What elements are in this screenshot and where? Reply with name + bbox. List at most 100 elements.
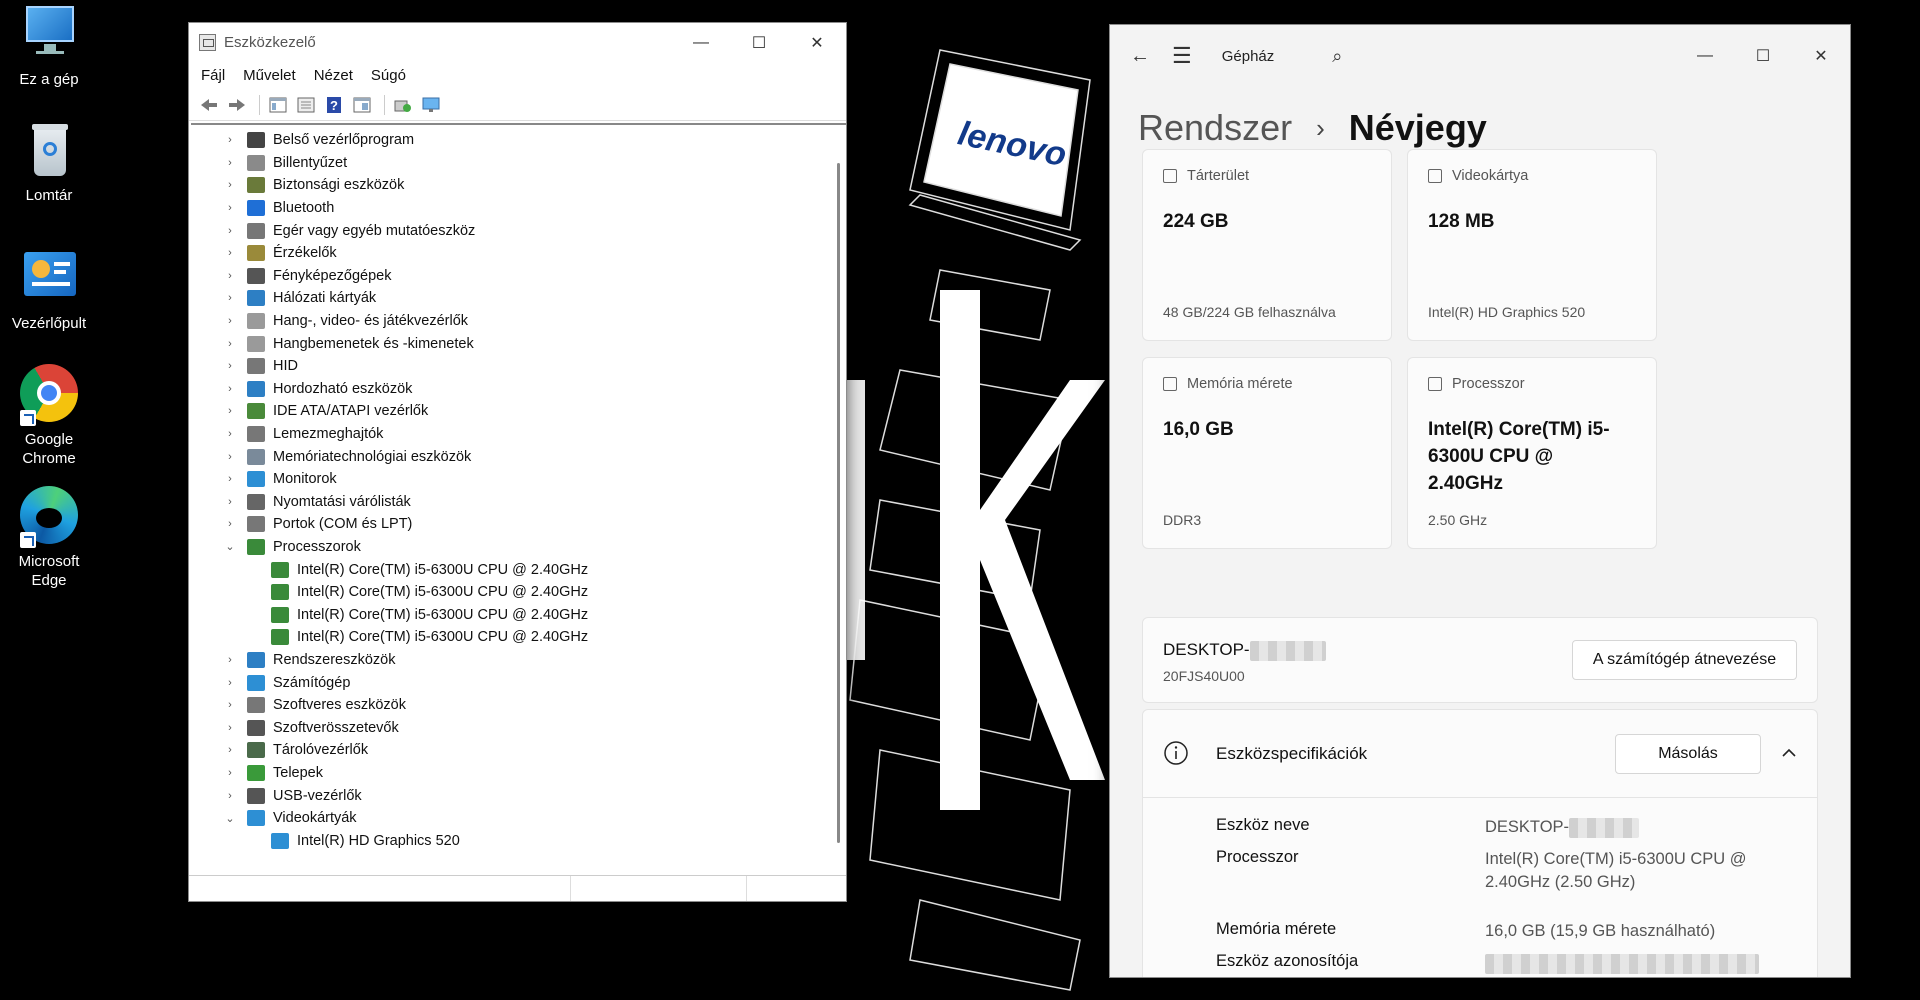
tree-category-item[interactable]: › Hangbemenetek és -kimenetek (191, 332, 846, 355)
menu-hamburger-icon[interactable]: ☰ (1172, 43, 1192, 69)
chevron-right-icon[interactable]: › (223, 247, 237, 259)
chevron-right-icon[interactable]: › (223, 405, 237, 417)
tree-category-item[interactable]: › Hang-, video- és játékvezérlők (191, 310, 846, 333)
tree-device-item[interactable]: ›Intel(R) Core(TM) i5-6300U CPU @ 2.40GH… (191, 558, 846, 581)
chevron-right-icon[interactable]: › (223, 473, 237, 485)
chevron-right-icon[interactable]: › (223, 202, 237, 214)
chevron-right-icon[interactable]: › (223, 360, 237, 372)
tree-category-item[interactable]: › Hordozható eszközök (191, 378, 846, 401)
chevron-right-icon[interactable]: › (223, 699, 237, 711)
tree-category-item[interactable]: › Hálózati kártyák (191, 287, 846, 310)
menu-help[interactable]: Súgó (371, 67, 406, 84)
tree-category-item[interactable]: › Érzékelők (191, 242, 846, 265)
tree-category-item[interactable]: › Biztonsági eszközök (191, 174, 846, 197)
close-button[interactable]: ✕ (1792, 37, 1850, 76)
tree-category-item[interactable]: › Lemezmeghajtók (191, 423, 846, 446)
settings-window[interactable]: ← ☰ Gépház ⌕ — ☐ ✕ Rendszer › Névjegy Tá… (1109, 24, 1851, 978)
minimize-button[interactable]: — (672, 23, 730, 62)
device-manager-titlebar[interactable]: Eszközkezelő — ☐ ✕ (189, 23, 846, 62)
back-arrow-icon[interactable]: ← (1130, 45, 1150, 68)
tree-category-item[interactable]: › Egér vagy egyéb mutatóeszköz (191, 219, 846, 242)
maximize-button[interactable]: ☐ (730, 23, 788, 62)
minimize-button[interactable]: — (1676, 37, 1734, 76)
chevron-right-icon[interactable]: › (223, 292, 237, 304)
tree-category-item[interactable]: › Rendszereszközök (191, 649, 846, 672)
desktop-icon-google-chrome[interactable]: Google Chrome (0, 364, 98, 468)
tree-view-icon[interactable] (266, 94, 290, 116)
menu-action[interactable]: Művelet (243, 67, 296, 84)
desktop-icon-control-panel[interactable]: Vezérlőpult (0, 248, 98, 333)
card-value: 128 MB (1428, 211, 1495, 232)
action-view-icon[interactable] (350, 94, 374, 116)
tree-category-item[interactable]: › Számítógép (191, 671, 846, 694)
rename-pc-button[interactable]: A számítógép átnevezése (1572, 640, 1797, 680)
tree-category-item[interactable]: › Szoftveres eszközök (191, 694, 846, 717)
chevron-right-icon[interactable]: › (223, 451, 237, 463)
forward-arrow-icon[interactable] (225, 94, 249, 116)
copy-button[interactable]: Másolás (1615, 734, 1761, 774)
chevron-down-icon[interactable]: ⌄ (223, 812, 237, 825)
device-manager-window[interactable]: Eszközkezelő — ☐ ✕ Fájl Művelet Nézet Sú… (188, 22, 847, 902)
desktop-icon-recycle-bin[interactable]: Lomtár (0, 120, 98, 205)
chevron-right-icon[interactable]: › (223, 383, 237, 395)
tree-category-item[interactable]: › Nyomtatási várólisták (191, 491, 846, 514)
device-tree[interactable]: › Belső vezérlőprogram › Billentyűzet › Bizto… (191, 123, 846, 871)
chevron-right-icon[interactable]: › (223, 315, 237, 327)
tree-device-item[interactable]: ›Intel(R) Core(TM) i5-6300U CPU @ 2.40GH… (191, 626, 846, 649)
chevron-down-icon[interactable]: ⌄ (223, 540, 237, 553)
device-category-icon (247, 403, 265, 420)
tree-category-item[interactable]: › IDE ATA/ATAPI vezérlők (191, 400, 846, 423)
scan-hardware-icon[interactable] (391, 94, 415, 116)
chevron-right-icon[interactable]: › (223, 767, 237, 779)
tree-device-item[interactable]: ›Intel(R) HD Graphics 520 (191, 829, 846, 852)
tree-category-item[interactable]: ⌄ Processzorok (191, 536, 846, 559)
tree-category-item[interactable]: › Szoftverösszetevők (191, 716, 846, 739)
card-sub: Intel(R) HD Graphics 520 (1428, 304, 1586, 320)
chevron-right-icon[interactable]: › (223, 134, 237, 146)
chevron-right-icon[interactable]: › (223, 790, 237, 802)
chevron-right-icon[interactable]: › (223, 157, 237, 169)
tree-category-item[interactable]: › Fényképezőgépek (191, 265, 846, 288)
tree-device-item[interactable]: ›Intel(R) Core(TM) i5-6300U CPU @ 2.40GH… (191, 581, 846, 604)
chevron-right-icon[interactable]: › (223, 744, 237, 756)
chevron-right-icon[interactable]: › (223, 225, 237, 237)
chevron-right-icon[interactable]: › (223, 428, 237, 440)
tree-category-item[interactable]: › HID (191, 355, 846, 378)
device-specs-header[interactable]: Eszközspecifikációk Másolás (1143, 710, 1817, 798)
chevron-right-icon[interactable]: › (223, 654, 237, 666)
tree-category-item[interactable]: ⌄ Videokártyák (191, 807, 846, 830)
settings-titlebar[interactable]: ← ☰ Gépház ⌕ — ☐ ✕ (1110, 25, 1850, 87)
help-icon[interactable]: ? (322, 94, 346, 116)
menu-file[interactable]: Fájl (201, 67, 225, 84)
tree-category-item[interactable]: › Monitorok (191, 468, 846, 491)
scrollbar[interactable] (837, 163, 840, 843)
chevron-right-icon[interactable]: › (223, 722, 237, 734)
menu-view[interactable]: Nézet (314, 67, 353, 84)
close-button[interactable]: ✕ (788, 23, 846, 62)
desktop-icon-microsoft-edge[interactable]: Microsoft Edge (0, 486, 98, 590)
properties-icon[interactable] (294, 94, 318, 116)
monitor-icon[interactable] (419, 94, 443, 116)
chevron-right-icon[interactable]: › (223, 677, 237, 689)
back-arrow-icon[interactable] (197, 94, 221, 116)
tree-category-item[interactable]: › USB-vezérlők (191, 784, 846, 807)
tree-category-item[interactable]: › Belső vezérlőprogram (191, 129, 846, 152)
tree-category-item[interactable]: › Billentyűzet (191, 152, 846, 175)
tree-item-label: HID (273, 358, 298, 375)
desktop-icon-this-pc[interactable]: Ez a gép (0, 4, 98, 89)
tree-category-item[interactable]: › Bluetooth (191, 197, 846, 220)
search-icon[interactable]: ⌕ (1332, 46, 1342, 67)
tree-category-item[interactable]: › Telepek (191, 762, 846, 785)
tree-category-item[interactable]: › Tárolóvezérlők (191, 739, 846, 762)
maximize-button[interactable]: ☐ (1734, 37, 1792, 76)
tree-category-item[interactable]: › Memóriatechnológiai eszközök (191, 445, 846, 468)
chevron-right-icon[interactable]: › (223, 338, 237, 350)
chevron-up-icon[interactable] (1781, 746, 1797, 760)
chevron-right-icon[interactable]: › (223, 496, 237, 508)
tree-device-item[interactable]: ›Intel(R) Core(TM) i5-6300U CPU @ 2.40GH… (191, 603, 846, 626)
breadcrumb-parent[interactable]: Rendszer (1138, 107, 1292, 149)
tree-category-item[interactable]: › Portok (COM és LPT) (191, 513, 846, 536)
chevron-right-icon[interactable]: › (223, 270, 237, 282)
chevron-right-icon[interactable]: › (223, 179, 237, 191)
chevron-right-icon[interactable]: › (223, 518, 237, 530)
